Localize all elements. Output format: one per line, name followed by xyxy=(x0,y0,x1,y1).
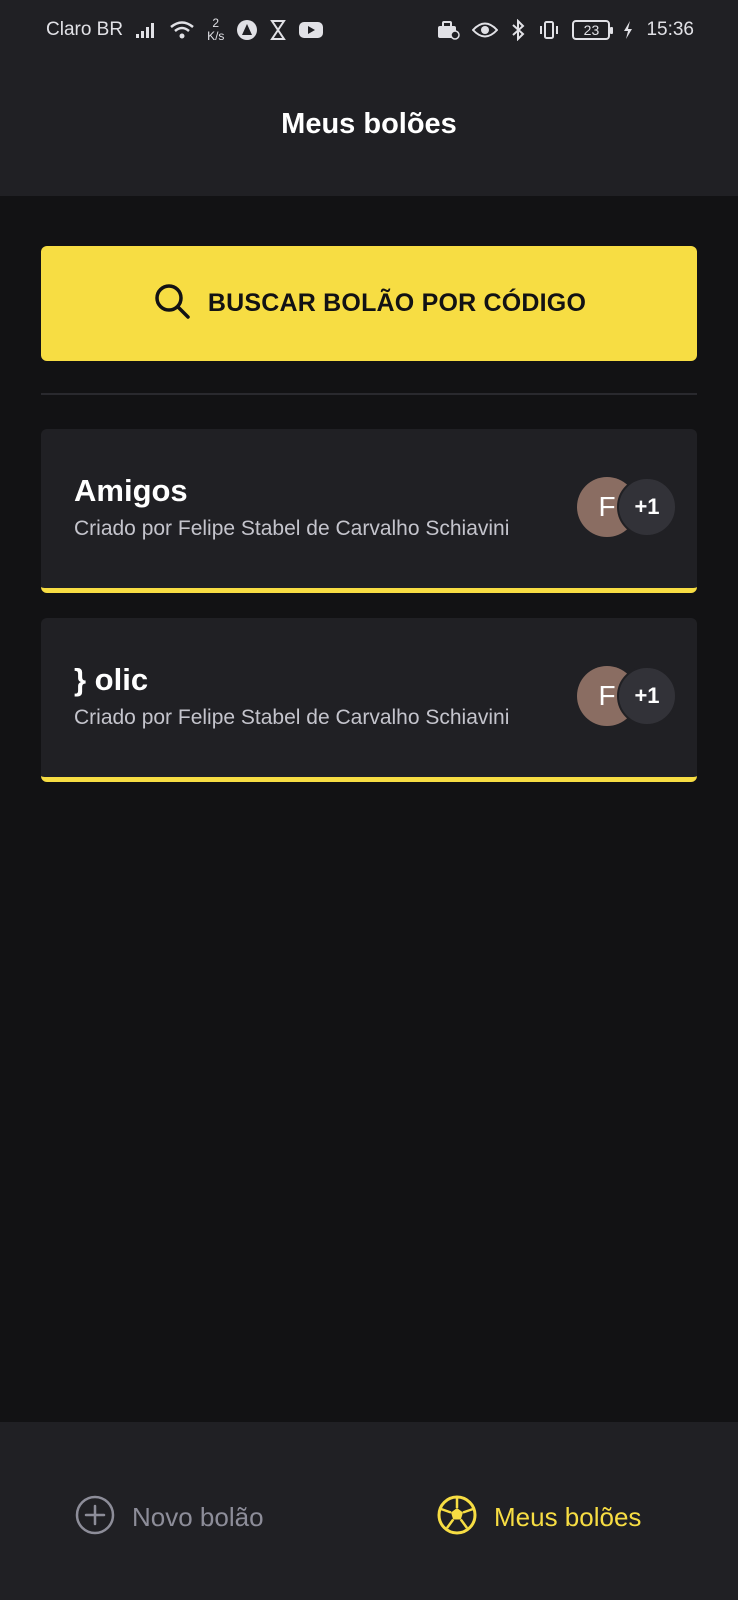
page-title: Meus bolões xyxy=(281,107,457,140)
app-header: Meus bolões xyxy=(0,60,738,196)
network-speed-unit: K/s xyxy=(207,29,225,43)
status-bar: Claro BR 2 K/s 23 15:36 xyxy=(0,0,738,60)
clock: 15:36 xyxy=(646,19,694,40)
bottom-navigation: Novo bolão Meus bolões xyxy=(0,1422,738,1600)
participants-avatars: F +1 xyxy=(577,666,679,726)
extra-participants-badge: +1 xyxy=(617,477,677,537)
youtube-icon xyxy=(298,20,324,40)
divider xyxy=(41,393,697,395)
soccer-ball-icon xyxy=(436,1494,478,1541)
app-notification-icon xyxy=(236,19,258,41)
pool-card-text: Amigos Criado por Felipe Stabel de Carva… xyxy=(74,473,509,541)
carrier-name: Claro BR xyxy=(46,19,124,40)
status-bar-right: 23 15:36 xyxy=(436,19,694,41)
vibrate-icon xyxy=(538,19,560,41)
plus-circle-icon xyxy=(74,1494,116,1541)
eye-icon xyxy=(472,21,499,39)
wifi-icon xyxy=(169,20,195,40)
battery-indicator: 23 xyxy=(572,20,614,40)
pool-title: Amigos xyxy=(74,473,188,508)
tab-new-pool[interactable]: Novo bolão xyxy=(74,1494,264,1541)
pool-creator: Criado por Felipe Stabel de Carvalho Sch… xyxy=(74,706,510,729)
hourglass-icon xyxy=(270,19,287,41)
pool-card-text: } olic Criado por Felipe Stabel de Carva… xyxy=(74,662,509,730)
pool-title: } olic xyxy=(74,662,149,697)
tab-my-pools-label: Meus bolões xyxy=(494,1502,642,1532)
search-icon xyxy=(152,281,192,326)
briefcase-icon xyxy=(436,20,461,40)
participants-avatars: F +1 xyxy=(577,477,679,537)
pool-card[interactable]: } olic Criado por Felipe Stabel de Carva… xyxy=(41,618,697,782)
pool-card[interactable]: Amigos Criado por Felipe Stabel de Carva… xyxy=(41,429,697,593)
bluetooth-icon xyxy=(510,19,526,41)
pool-creator: Criado por Felipe Stabel de Carvalho Sch… xyxy=(74,517,510,540)
extra-participants-badge: +1 xyxy=(617,666,677,726)
signal-icon xyxy=(135,21,157,39)
tab-my-pools[interactable]: Meus bolões xyxy=(436,1494,641,1541)
charging-icon xyxy=(622,20,634,40)
search-by-code-label: BUSCAR BOLÃO POR CÓDIGO xyxy=(207,289,587,317)
status-bar-left: Claro BR 2 K/s xyxy=(46,17,324,43)
network-speed: 2 K/s xyxy=(207,17,224,43)
search-by-code-button[interactable]: BUSCAR BOLÃO POR CÓDIGO xyxy=(41,246,697,361)
tab-new-pool-label: Novo bolão xyxy=(132,1502,264,1532)
